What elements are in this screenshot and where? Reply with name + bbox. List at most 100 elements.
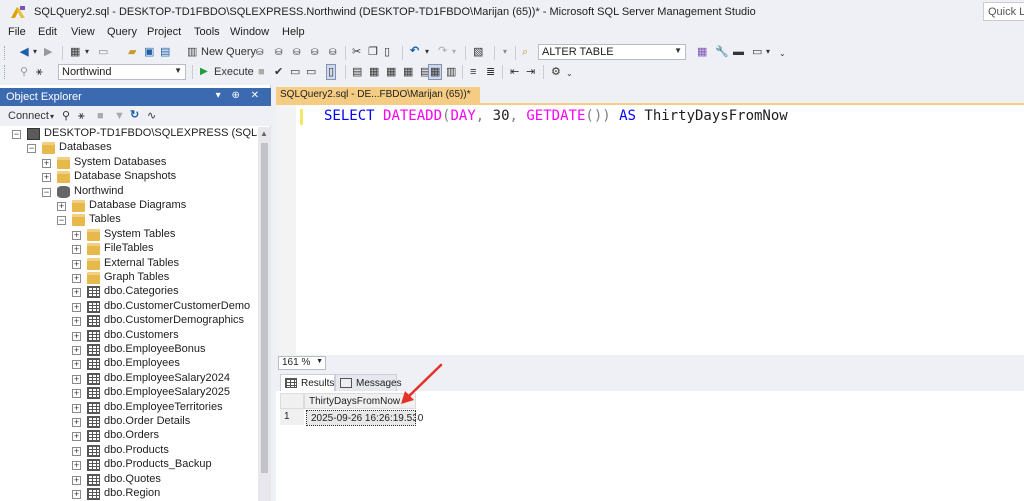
tree-node[interactable]: − Northwind (0, 185, 258, 199)
panel-pin-close-icon[interactable]: ▾ ⊕ ✕ (216, 90, 263, 101)
quick-launch-input[interactable]: Quick La (983, 2, 1024, 21)
menu-project[interactable]: Project (147, 26, 181, 38)
live-stats-icon[interactable]: ▦ (386, 65, 396, 79)
dropdown-arrow-icon[interactable]: ▾ (425, 45, 429, 59)
open-file-icon[interactable]: ▰ (128, 45, 136, 59)
command-combo[interactable]: ALTER TABLE ▼ (538, 44, 686, 60)
expand-icon[interactable]: + (72, 230, 81, 240)
tree-node[interactable]: + dbo.Region (0, 487, 258, 501)
specify-values-icon[interactable]: ⚙ (551, 65, 561, 79)
menu-view[interactable]: View (71, 26, 95, 38)
paste-icon[interactable]: ▯ (384, 45, 390, 59)
tree-node[interactable]: + dbo.EmployeeSalary2025 (0, 386, 258, 400)
expand-icon[interactable]: + (72, 288, 81, 298)
estimated-plan-icon[interactable]: ▭ (290, 65, 300, 79)
expand-icon[interactable]: + (72, 302, 81, 312)
connect-icon[interactable]: ⚲ (62, 109, 70, 123)
query-xmla-icon[interactable]: ⛁ (311, 45, 319, 59)
tree-node[interactable]: + dbo.EmployeeTerritories (0, 401, 258, 415)
sql-line-1[interactable]: SELECT DATEADD(DAY, 30, GETDATE()) AS Th… (324, 108, 788, 124)
expand-icon[interactable]: + (72, 331, 81, 341)
query-dax-icon[interactable]: ⛁ (329, 45, 337, 59)
expand-icon[interactable]: + (72, 403, 81, 413)
save-icon[interactable]: ▣ (144, 45, 154, 59)
undo-icon[interactable]: ↶ (410, 44, 419, 58)
back-icon[interactable]: ◀ (20, 45, 28, 59)
menu-file[interactable]: File (8, 26, 26, 38)
connect-button[interactable]: Connect (8, 109, 49, 123)
save-all-icon[interactable]: ▤ (160, 45, 170, 59)
toolbar-overflow-icon[interactable]: ⌄ (779, 47, 786, 61)
disconnect-icon[interactable]: ⚹ (78, 109, 85, 123)
add-item-icon[interactable]: ▭ (98, 45, 108, 59)
tab-results[interactable]: Results (280, 374, 335, 391)
tree-node[interactable]: + FileTables (0, 242, 258, 256)
tree-node[interactable]: + dbo.Order Details (0, 415, 258, 429)
expand-icon[interactable]: + (72, 461, 81, 471)
redo-icon[interactable]: ↷ (438, 44, 447, 58)
tree-node[interactable]: + dbo.Orders (0, 429, 258, 443)
expand-icon[interactable]: + (72, 317, 81, 327)
results-to-grid-icon[interactable]: ▯ (326, 64, 337, 80)
dropdown-arrow-icon[interactable]: ▾ (452, 45, 456, 59)
decrease-indent-icon[interactable]: ⇤ (510, 65, 519, 79)
tree-node[interactable]: + dbo.CustomerDemographics (0, 314, 258, 328)
expand-icon[interactable]: + (72, 360, 81, 370)
menu-edit[interactable]: Edit (38, 26, 57, 38)
expand-icon[interactable]: + (72, 418, 81, 427)
tree-node[interactable]: − Databases (0, 141, 258, 155)
tab-pin-close-icon[interactable]: ⊣ ✕ (479, 89, 480, 100)
forward-icon[interactable]: ▶ (44, 45, 52, 59)
query-options-icon[interactable]: ▭ (306, 65, 316, 79)
tree-node[interactable]: + Graph Tables (0, 271, 258, 285)
results-to-file-icon[interactable]: ▥ (446, 65, 456, 79)
collapse-icon[interactable]: − (57, 216, 66, 226)
query-editor[interactable]: SELECT DATEADD(DAY, 30, GETDATE()) AS Th… (276, 103, 1024, 355)
tree-node[interactable]: + dbo.CustomerCustomerDemo (0, 300, 258, 314)
expand-icon[interactable]: + (72, 346, 81, 355)
expand-icon[interactable]: + (72, 374, 81, 384)
wrench-icon[interactable]: 🔧 (715, 45, 729, 59)
activity-monitor-icon[interactable]: ▦ (697, 45, 707, 59)
menu-query[interactable]: Query (107, 26, 137, 38)
expand-icon[interactable]: + (72, 432, 81, 442)
tree-node[interactable]: + dbo.EmployeeBonus (0, 343, 258, 357)
refresh-icon[interactable]: ↻ (130, 108, 139, 122)
scrollbar-thumb[interactable] (261, 143, 268, 473)
tree-node[interactable]: + dbo.Products (0, 444, 258, 458)
copy-icon[interactable]: ❐ (368, 45, 378, 59)
object-explorer-scrollbar[interactable]: ▲ (258, 127, 271, 501)
stop-icon[interactable]: ■ (258, 65, 265, 79)
tree-node[interactable]: + System Tables (0, 228, 258, 242)
tree-node[interactable]: + External Tables (0, 257, 258, 271)
parse-icon[interactable]: ✔ (274, 65, 283, 79)
tab-messages[interactable]: Messages (335, 374, 402, 391)
increase-indent-icon[interactable]: ⇥ (526, 65, 535, 79)
connect-icon[interactable]: ⚲ (20, 65, 28, 79)
expand-icon[interactable]: + (72, 490, 81, 499)
toolbar-overflow-icon[interactable]: ⌄ (566, 67, 573, 81)
new-query-icon[interactable]: ▥ (187, 45, 197, 59)
tree-node[interactable]: + dbo.Customers (0, 329, 258, 343)
zoom-combo[interactable]: 161 % ▼ (278, 356, 326, 370)
result-cell[interactable]: 2025-09-26 16:26:19.530 (305, 409, 423, 427)
dropdown-arrow-icon[interactable]: ▾ (33, 45, 37, 59)
collapse-icon[interactable]: − (12, 130, 21, 139)
expand-icon[interactable]: + (42, 158, 51, 168)
comment-icon[interactable]: ≡ (470, 65, 476, 79)
toolbox-icon[interactable]: ▬ (733, 45, 744, 59)
tree-node[interactable]: + dbo.Employees (0, 357, 258, 371)
dropdown-arrow-icon[interactable]: ▾ (503, 45, 507, 59)
results-grid-icon[interactable]: ▦ (428, 64, 443, 80)
uncomment-icon[interactable]: ≣ (486, 65, 495, 79)
query-db-icon[interactable]: ⛁ (256, 45, 264, 59)
grid-corner[interactable] (280, 393, 304, 409)
dropdown-arrow-icon[interactable]: ▾ (85, 45, 89, 59)
expand-icon[interactable]: + (72, 475, 81, 485)
expand-icon[interactable]: + (72, 446, 81, 456)
tree-node[interactable]: − DESKTOP-TD1FBDO\SQLEXPRESS (SQL Server … (0, 127, 258, 141)
dropdown-arrow-icon[interactable]: ▾ (50, 110, 54, 124)
client-stats-icon[interactable]: ▦ (403, 65, 413, 79)
collapse-icon[interactable]: − (42, 187, 51, 197)
expand-icon[interactable]: + (72, 245, 81, 255)
